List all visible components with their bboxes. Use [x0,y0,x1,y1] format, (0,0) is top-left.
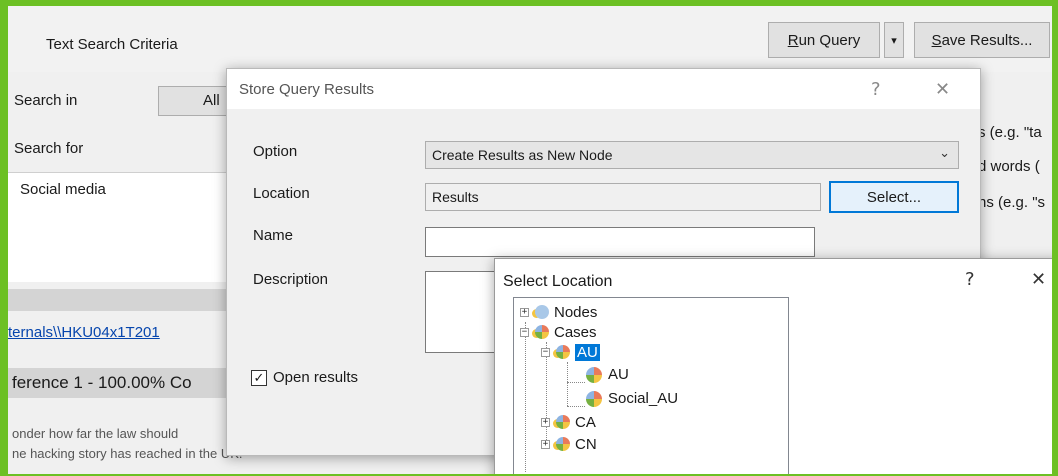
tree-item-label: CN [575,435,597,453]
name-input[interactable] [425,227,815,257]
tree-item-au-folder[interactable]: − AU [541,342,600,362]
save-results-button[interactable]: Save Results... [914,22,1050,58]
tree-item-label: AU [575,343,600,361]
run-query-button[interactable]: Run Query [768,22,880,58]
option-label: Option [253,143,298,160]
reference-header: ference 1 - 100.00% Co [8,368,234,398]
select-location-dialog: Select Location ? ✕ + Nodes − Cases − AU… [494,258,1052,474]
case-icon [586,366,604,383]
tree-item-label: AU [608,365,629,383]
tree-item-label: Social_AU [608,389,679,407]
select-location-title: Select Location [503,273,613,290]
search-criteria-title: Text Search Criteria [46,36,178,53]
expand-icon[interactable]: + [520,307,529,317]
option-select[interactable]: Create Results as New Node ⌄ [425,141,959,169]
save-results-mnemonic: S [931,31,942,49]
tree-connector [567,362,568,406]
chevron-down-icon: ⌄ [939,146,950,161]
tree-connector [567,382,585,383]
select-button-label: Select... [866,188,922,206]
tree-item-label: CA [575,413,596,431]
folder-icon [553,414,571,430]
run-query-mnemonic: R [787,31,799,49]
tree-item-label: Nodes [554,303,598,321]
help-icon[interactable]: ? [871,79,881,100]
search-in-label: Search in [14,92,78,109]
tree-item-social-au[interactable]: Social_AU [586,388,678,408]
open-results-label: Open results [273,369,359,386]
internals-link[interactable]: ternals\\HKU04x1T201 [8,324,160,341]
option-value: Create Results as New Node [432,147,613,163]
chevron-down-icon: ▾ [891,34,897,47]
snippet-line-2: ne hacking story has reached in the UK. [12,446,243,461]
screenshot-frame: Text Search Criteria Run Query ▾ Save Re… [8,6,1052,474]
save-results-label: ave Results... [941,31,1033,49]
tree-item-nodes[interactable]: + Nodes [520,302,597,322]
location-value: Results [432,189,479,205]
tree-connector [567,406,585,407]
hint-line-3: ns (e.g. "s [978,194,1046,211]
search-in-value: All [203,92,220,109]
open-results-checkbox[interactable]: ✓ Open results [251,369,358,386]
description-label: Description [253,271,329,288]
store-dialog-titlebar: Store Query Results ? ✕ [227,69,980,109]
tree-item-cn[interactable]: + CN [541,434,597,454]
help-icon[interactable]: ? [965,269,975,290]
store-dialog-title: Store Query Results [239,81,375,98]
location-tree[interactable]: + Nodes − Cases − AU AU Social_AU + CA +… [513,297,789,474]
search-for-label: Search for [14,140,84,157]
folder-icon [553,344,571,360]
location-field: Results [425,183,821,211]
expand-icon[interactable]: + [541,439,550,449]
run-query-dropdown-button[interactable]: ▾ [884,22,904,58]
case-icon [586,390,604,407]
tree-item-label: Cases [554,323,597,341]
results-separator [8,289,234,311]
folder-icon [532,324,550,340]
run-query-label: un Query [798,31,861,49]
close-icon[interactable]: ✕ [1031,269,1046,290]
hint-line-1: s (e.g. "ta [978,124,1042,141]
select-location-button[interactable]: Select... [829,181,959,213]
folder-icon [532,304,550,320]
search-for-value: Social media [20,181,106,198]
search-for-input[interactable]: Social media [8,172,234,282]
tree-item-au[interactable]: AU [586,364,629,384]
tree-item-cases[interactable]: − Cases [520,322,597,342]
tree-item-ca[interactable]: + CA [541,412,596,432]
location-label: Location [253,185,310,202]
snippet-line-1: onder how far the law should [12,426,179,441]
tree-connector [525,322,526,472]
name-label: Name [253,227,294,244]
collapse-icon[interactable]: − [541,347,550,357]
checkbox-check-icon: ✓ [251,369,267,386]
folder-icon [553,436,571,452]
hint-line-2: d words ( [978,158,1040,175]
expand-icon[interactable]: + [541,417,550,427]
collapse-icon[interactable]: − [520,327,529,337]
close-icon[interactable]: ✕ [935,79,950,100]
